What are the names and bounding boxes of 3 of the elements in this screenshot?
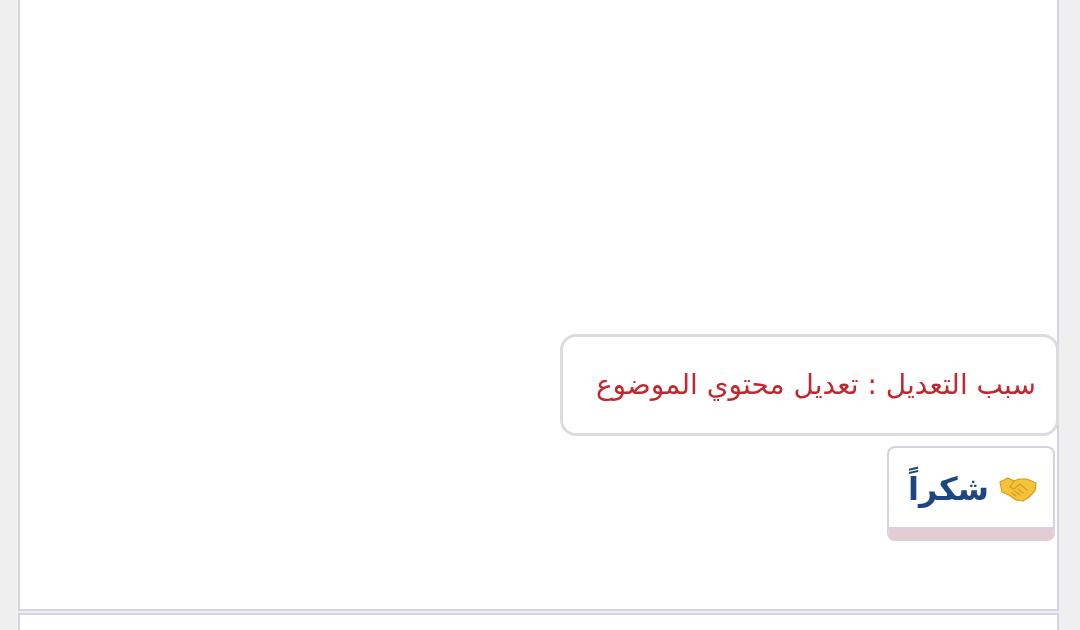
edit-reason-text: سبب التعديل : تعديل محتوي الموضوع bbox=[595, 371, 1036, 399]
handshake-icon bbox=[999, 475, 1037, 502]
thanks-button[interactable]: شكراً bbox=[887, 446, 1055, 541]
